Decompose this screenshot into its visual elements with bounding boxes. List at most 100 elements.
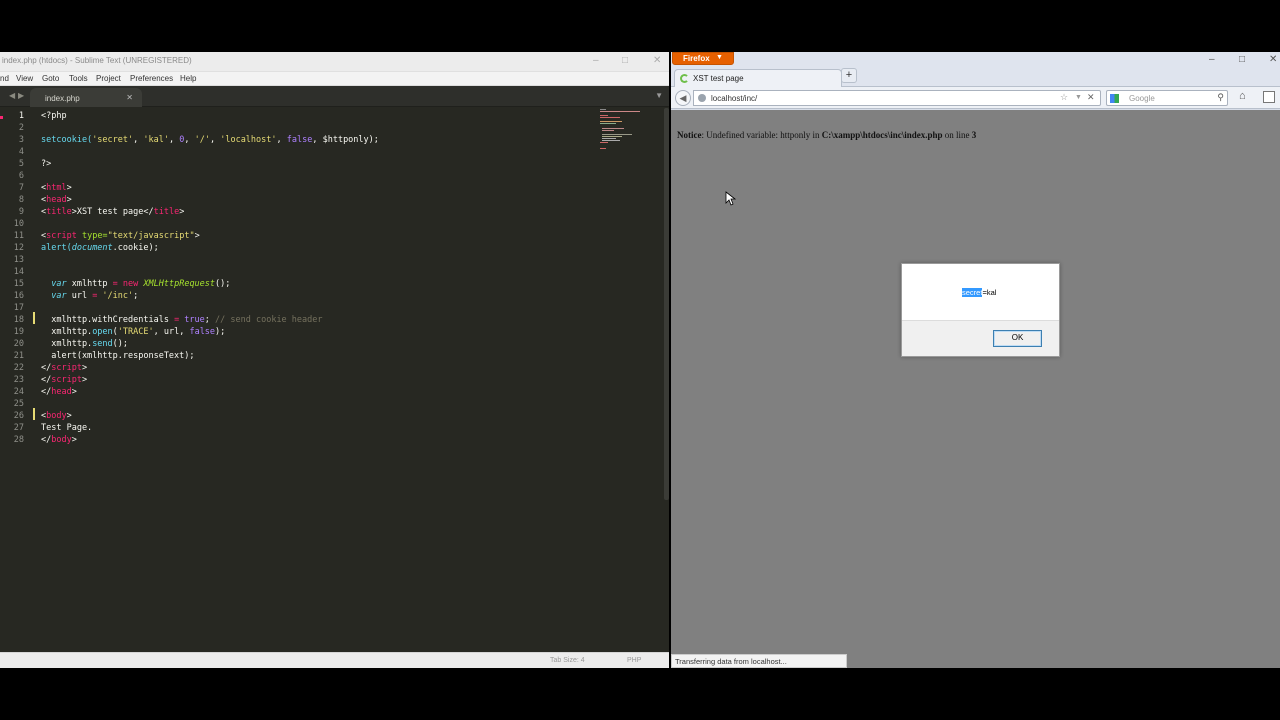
- code-line-9: <title>XST test page</title>: [41, 206, 184, 218]
- code-token: xmlhttp: [66, 279, 113, 289]
- url-history-dropdown-icon[interactable]: ▼: [1075, 94, 1082, 101]
- code-line-21: alert(xmlhttp.responseText);: [41, 350, 194, 362]
- code-token: '/': [194, 135, 210, 145]
- tab-size-indicator[interactable]: Tab Size: 4: [550, 657, 585, 664]
- minimap-line: [600, 123, 616, 124]
- tab-index-php[interactable]: index.php ✕: [30, 88, 142, 107]
- modified-line-marker: [33, 408, 35, 420]
- code-token: ();: [112, 339, 129, 349]
- url-bar[interactable]: localhost/inc/ ☆ ▼ ✕: [693, 90, 1101, 106]
- code-token: ,: [133, 135, 144, 145]
- line-number: 23: [13, 375, 24, 385]
- code-token: >: [71, 387, 77, 397]
- line-number: 8: [18, 195, 24, 205]
- code-line-8: <head>: [41, 194, 72, 206]
- code-token: 'TRACE': [117, 327, 154, 337]
- code-token: document: [71, 243, 113, 253]
- menu-tools[interactable]: Tools: [69, 74, 88, 83]
- stop-icon[interactable]: ✕: [1087, 92, 1095, 103]
- minimize-icon[interactable]: –: [1209, 54, 1215, 65]
- line-number: 10: [13, 219, 24, 229]
- modified-line-marker: [33, 312, 35, 324]
- alert-message-selection: secret: [962, 288, 983, 297]
- code-line-22: </script>: [41, 362, 87, 374]
- code-token: true: [179, 315, 205, 325]
- line-number: 3: [18, 135, 24, 145]
- code-token: xmlhttp.: [41, 327, 93, 337]
- toolbar-extension-icon[interactable]: [1263, 91, 1275, 103]
- minimize-icon[interactable]: –: [593, 55, 599, 67]
- code-line-1: <?php: [41, 110, 67, 122]
- menu-find[interactable]: nd: [0, 74, 9, 83]
- scrollbar[interactable]: [664, 108, 669, 500]
- search-box[interactable]: Google ⚲: [1106, 90, 1228, 106]
- code-token: var: [41, 291, 67, 301]
- code-token: html: [46, 183, 67, 193]
- minimap[interactable]: [600, 108, 660, 152]
- code-token: ;: [133, 291, 139, 301]
- code-editor[interactable]: 1 2 3 4 5 6 7 8 9 10 11 12 13 14 15 16 17 18 19 20 21 22 23 24 2…: [0, 108, 669, 652]
- code-token: title: [46, 207, 72, 217]
- code-token: </: [41, 387, 52, 397]
- maximize-icon[interactable]: □: [622, 55, 628, 67]
- sublime-window: index.php (htdocs) - Sublime Text (UNREG…: [0, 52, 669, 668]
- code-token: , $httponly);: [312, 135, 379, 145]
- site-identity-icon[interactable]: [698, 94, 706, 102]
- close-icon[interactable]: ✕: [653, 55, 661, 67]
- menu-view[interactable]: View: [16, 74, 33, 83]
- line-number: 12: [13, 243, 24, 253]
- code-token: , url,: [153, 327, 190, 337]
- status-text: Transferring data from localhost...: [675, 657, 787, 666]
- url-text: localhost/inc/: [711, 94, 758, 103]
- close-icon[interactable]: ✕: [1269, 54, 1277, 65]
- code-token: </: [41, 375, 52, 385]
- menu-preferences[interactable]: Preferences: [130, 74, 173, 83]
- code-line-23: </script>: [41, 374, 87, 386]
- line-number: 22: [13, 363, 24, 373]
- chevron-down-icon[interactable]: ▼: [655, 91, 663, 100]
- code-token: >: [179, 207, 185, 217]
- code-token: >: [81, 375, 88, 385]
- maximize-icon[interactable]: □: [1239, 54, 1245, 65]
- browser-tab-bar: XST test page +: [671, 65, 1280, 87]
- firefox-menu-button[interactable]: Firefox ▼: [672, 52, 734, 65]
- code-token: 'localhost': [220, 135, 277, 145]
- back-button[interactable]: ◀: [675, 90, 691, 106]
- browser-tab[interactable]: XST test page: [674, 69, 842, 87]
- menu-goto[interactable]: Goto: [42, 74, 59, 83]
- tab-label: index.php: [45, 94, 80, 103]
- code-line-15: var xmlhttp = new XMLHttpRequest();: [41, 278, 230, 290]
- code-token: xmlhttp.: [41, 339, 93, 349]
- syntax-indicator[interactable]: PHP: [627, 657, 641, 664]
- tab-close-icon[interactable]: ✕: [126, 93, 133, 102]
- bookmark-star-icon[interactable]: ☆: [1060, 92, 1068, 103]
- code-token: '/inc': [97, 291, 134, 301]
- home-icon[interactable]: ⌂: [1239, 90, 1246, 102]
- line-number: 21: [13, 351, 24, 361]
- php-notice: Notice: Undefined variable: httponly in …: [677, 130, 976, 140]
- google-icon[interactable]: [1110, 94, 1119, 103]
- code-token: >XST test page</: [71, 207, 154, 217]
- line-number: 25: [13, 399, 24, 409]
- search-icon[interactable]: ⚲: [1217, 92, 1224, 103]
- code-token: open: [92, 327, 113, 337]
- code-token: // send cookie header: [215, 315, 323, 325]
- menu-project[interactable]: Project: [96, 74, 121, 83]
- new-tab-button[interactable]: +: [841, 68, 857, 83]
- line-number: 24: [13, 387, 24, 397]
- minimap-line: [600, 115, 608, 116]
- code-line-16: var url = '/inc';: [41, 290, 138, 302]
- ok-button[interactable]: OK: [993, 330, 1042, 347]
- code-token: 'secret': [92, 135, 134, 145]
- code-line-11: <script type="text/javascript">: [41, 230, 200, 242]
- tab-forward-icon[interactable]: ▶: [18, 91, 24, 100]
- minimap-line: [600, 117, 620, 118]
- line-number: 6: [18, 171, 24, 181]
- tab-back-icon[interactable]: ◀: [9, 91, 15, 100]
- code-line-12: alert(document.cookie);: [41, 242, 159, 254]
- minimap-line: [602, 130, 614, 131]
- menu-help[interactable]: Help: [180, 74, 196, 83]
- alert-dialog: secret=kal OK: [901, 263, 1060, 357]
- code-token: ,: [184, 135, 195, 145]
- code-token: body: [46, 411, 67, 421]
